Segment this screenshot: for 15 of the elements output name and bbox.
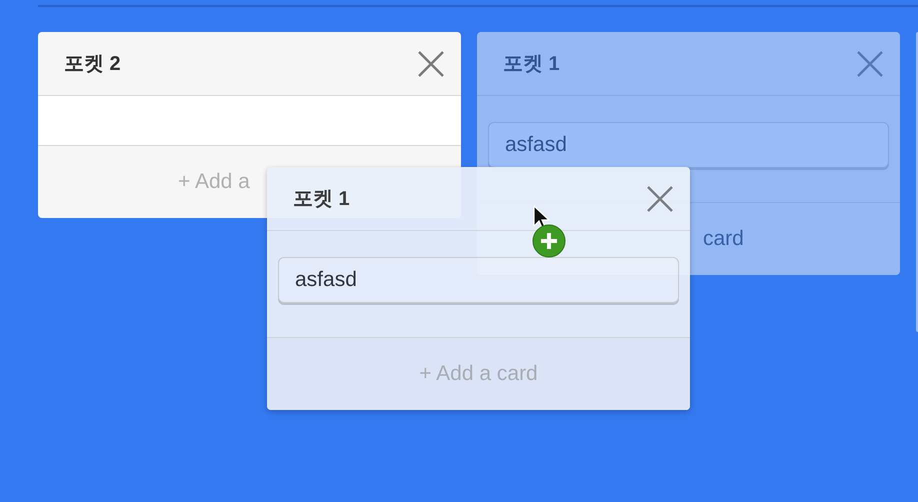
close-icon	[418, 50, 444, 76]
close-button[interactable]	[647, 186, 673, 212]
copy-cursor-icon	[532, 204, 568, 258]
list-title: 포켓 1	[503, 52, 560, 77]
list-title: 포켓 1	[293, 187, 350, 212]
list-title: 포켓 2	[64, 52, 121, 77]
add-card-button[interactable]: card	[699, 225, 748, 253]
close-icon	[647, 186, 673, 212]
add-card-button[interactable]: + Add a	[174, 168, 254, 196]
close-button[interactable]	[418, 50, 444, 76]
card[interactable]: asfasd	[488, 122, 889, 168]
add-card-button[interactable]: + Add a card	[415, 360, 542, 388]
close-button[interactable]	[857, 50, 883, 76]
close-icon	[857, 50, 883, 76]
card[interactable]: asfasd	[278, 257, 679, 303]
